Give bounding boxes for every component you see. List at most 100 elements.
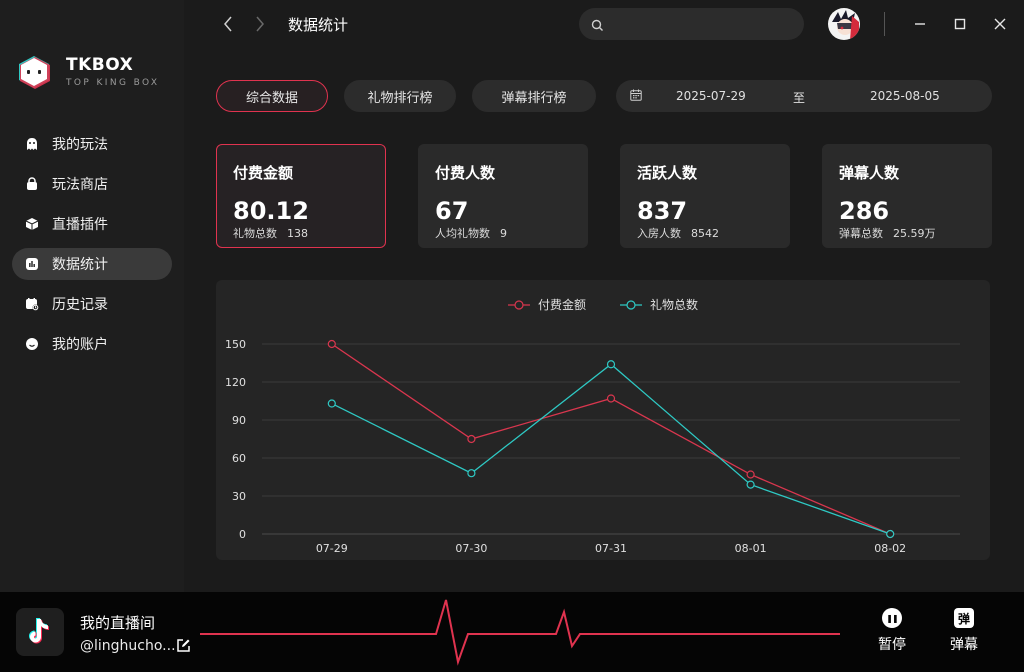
app-name: TKBOX — [66, 55, 134, 75]
room-title: 我的直播间 — [80, 614, 156, 632]
data-point — [746, 480, 755, 489]
sidebar-item-label: 直播插件 — [52, 217, 108, 233]
sidebar-item-shop[interactable]: 玩法商店 — [12, 168, 172, 200]
sidebar-item-my-games[interactable]: 我的玩法 — [12, 128, 172, 160]
card-sub-label: 入房人数 — [637, 227, 681, 240]
shopping-bag-icon — [24, 176, 40, 192]
pause-label: 暂停 — [878, 637, 906, 653]
footer-bar: 我的直播间 @linghucho... ❚❚ 暂停 弹 弹幕 — [0, 592, 1024, 672]
sidebar-item-label: 我的账户 — [52, 337, 108, 353]
data-point — [746, 470, 755, 479]
danmu-icon: 弹 — [954, 608, 974, 628]
sidebar-item-label: 历史记录 — [52, 297, 108, 313]
divider — [884, 12, 885, 36]
stat-card-paying-users[interactable]: 付费人数 67 人均礼物数 9 — [418, 144, 588, 248]
data-point — [606, 360, 616, 369]
sidebar-item-label: 玩法商店 — [52, 177, 108, 193]
sidebar-item-label: 数据统计 — [52, 257, 108, 273]
main-content: 数据统计 综合数据 礼物排行榜 弹幕排行榜 2025-07-29 至 2025-… — [184, 0, 1024, 592]
data-point — [886, 529, 895, 539]
data-point — [467, 469, 476, 478]
card-title: 付费金额 — [233, 164, 294, 182]
tab-overview[interactable]: 综合数据 — [216, 80, 328, 112]
x-tick-label: 07-31 — [595, 542, 627, 555]
close-icon[interactable] — [990, 14, 1010, 34]
card-sub-value: 8542 — [691, 227, 719, 240]
legend-label: 礼物总数 — [650, 297, 698, 312]
card-sub-value: 25.59万 — [893, 227, 936, 240]
calendar-icon — [630, 89, 642, 104]
card-sub-value: 9 — [500, 227, 507, 240]
sidebar: TKBOX TOP KING BOX 我的玩法 玩法商店 直播插件 数据统计 历… — [0, 0, 184, 592]
cube-icon — [24, 216, 40, 232]
card-sub-label: 弹幕总数 — [839, 227, 883, 240]
app-logo: TKBOX TOP KING BOX — [16, 54, 159, 90]
forward-arrow-icon[interactable] — [250, 14, 270, 34]
y-tick-label: 90 — [232, 414, 246, 427]
search-input[interactable] — [613, 14, 793, 34]
back-arrow-icon[interactable] — [218, 14, 238, 34]
stat-card-paid-amount[interactable]: 付费金额 80.12 礼物总数 138 — [216, 144, 386, 248]
y-tick-label: 0 — [239, 528, 246, 541]
sidebar-nav: 我的玩法 玩法商店 直播插件 数据统计 历史记录 我的账户 — [12, 128, 172, 368]
card-title: 弹幕人数 — [839, 164, 900, 182]
bar-chart-icon — [24, 256, 40, 272]
heartbeat-line — [200, 599, 840, 666]
end-date[interactable]: 2025-08-05 — [870, 89, 940, 103]
card-value: 80.12 — [233, 197, 309, 225]
data-point — [327, 399, 336, 408]
date-range-picker[interactable]: 2025-07-29 至 2025-08-05 — [616, 80, 992, 112]
line-chart: 0 30 60 90 120 150 07-29 07-30 07-31 08-01 08-02 付费… — [225, 297, 960, 555]
sidebar-item-label: 我的玩法 — [52, 137, 108, 153]
start-date[interactable]: 2025-07-29 — [676, 89, 746, 103]
line-chart-panel: 0 30 60 90 120 150 07-29 07-30 07-31 08-01 08-02 付费… — [216, 280, 990, 560]
sidebar-item-account[interactable]: 我的账户 — [12, 328, 172, 360]
calendar-clock-icon — [24, 296, 40, 312]
date-separator: 至 — [793, 91, 806, 105]
y-tick-label: 60 — [232, 452, 246, 465]
card-title: 活跃人数 — [637, 164, 698, 182]
sidebar-item-statistics[interactable]: 数据统计 — [12, 248, 172, 280]
card-value: 286 — [839, 197, 890, 225]
danmu-button[interactable]: 弹 弹幕 — [944, 608, 984, 654]
card-value: 837 — [637, 197, 688, 225]
room-handle: @linghucho... — [80, 638, 176, 654]
pause-button[interactable]: ❚❚ 暂停 — [872, 608, 912, 654]
x-tick-label: 07-29 — [316, 542, 348, 555]
edit-icon[interactable] — [176, 638, 191, 657]
tab-bar: 综合数据 礼物排行榜 弹幕排行榜 — [216, 80, 612, 112]
stat-card-active-users[interactable]: 活跃人数 837 入房人数 8542 — [620, 144, 790, 248]
avatar[interactable] — [828, 8, 860, 40]
sidebar-item-history[interactable]: 历史记录 — [12, 288, 172, 320]
legend-label: 付费金额 — [538, 297, 586, 312]
app-tagline: TOP KING BOX — [66, 78, 160, 88]
x-tick-label: 07-30 — [455, 542, 487, 555]
top-bar: 数据统计 — [184, 0, 1024, 48]
sidebar-item-plugins[interactable]: 直播插件 — [12, 208, 172, 240]
legend-swatch-marker — [514, 300, 524, 310]
series-line — [331, 363, 891, 535]
series-line — [331, 343, 891, 535]
y-tick-label: 120 — [225, 376, 246, 389]
minimize-icon[interactable] — [910, 14, 930, 34]
y-tick-label: 30 — [232, 490, 246, 503]
page-title: 数据统计 — [288, 16, 349, 34]
stat-card-danmu-users[interactable]: 弹幕人数 286 弹幕总数 25.59万 — [822, 144, 992, 248]
tab-danmu-ranking[interactable]: 弹幕排行榜 — [472, 80, 596, 112]
card-sub-value: 138 — [287, 227, 308, 240]
maximize-icon[interactable] — [950, 14, 970, 34]
tkbox-logo-icon — [16, 54, 52, 90]
tab-gift-ranking[interactable]: 礼物排行榜 — [344, 80, 456, 112]
card-sub-label: 礼物总数 — [233, 227, 277, 240]
data-point — [467, 434, 476, 444]
y-tick-label: 150 — [225, 338, 246, 351]
pause-icon: ❚❚ — [882, 608, 902, 628]
danmu-label: 弹幕 — [950, 637, 978, 653]
search-box[interactable] — [579, 8, 804, 40]
data-point — [606, 394, 616, 403]
legend-swatch-marker — [626, 300, 636, 310]
x-tick-label: 08-02 — [874, 542, 906, 555]
data-point — [327, 339, 336, 349]
card-sub-label: 人均礼物数 — [435, 227, 490, 240]
smile-icon — [24, 336, 40, 352]
